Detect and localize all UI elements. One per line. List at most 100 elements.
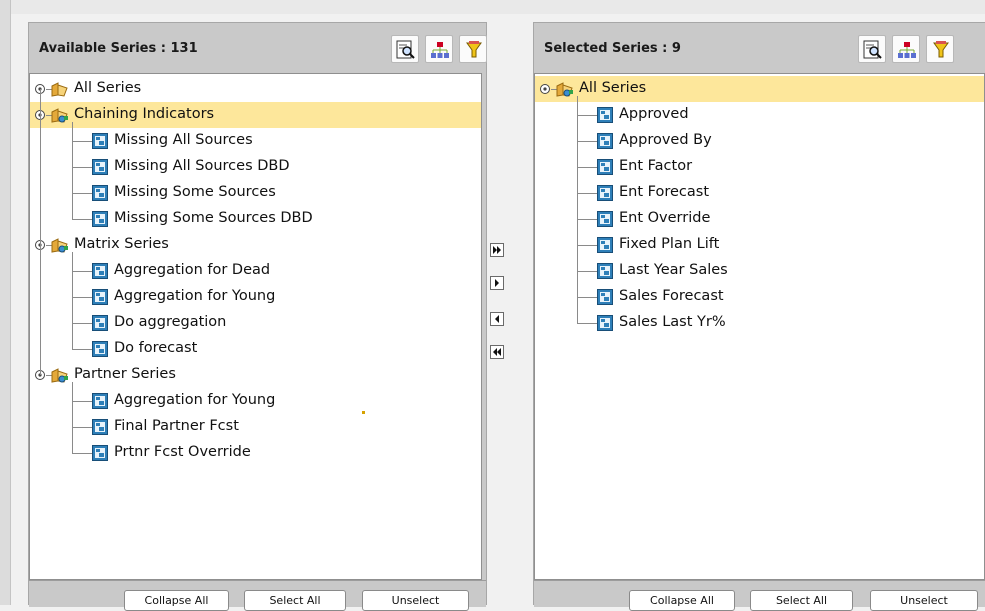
series-icon [597, 315, 613, 331]
tree-item-series[interactable]: Approved [535, 102, 984, 128]
tree-connector-line [40, 89, 41, 375]
tree-item-label: All Series [579, 80, 647, 96]
tree-item-series[interactable]: Ent Forecast [535, 180, 984, 206]
selected-series-panel: Selected Series : 9 All Series Approved … [533, 22, 985, 611]
tree-item-label: Approved [619, 106, 689, 122]
tree-item-series[interactable]: Approved By [535, 128, 984, 154]
tree-connector-line [72, 219, 92, 220]
select-all-button[interactable]: Select All [244, 590, 346, 611]
tree-item-series[interactable]: Ent Override [535, 206, 984, 232]
tree-connector-line [72, 453, 92, 454]
tree-item-series[interactable]: Last Year Sales [535, 258, 984, 284]
move-right-icon [495, 279, 499, 287]
filter-button[interactable] [459, 35, 487, 63]
series-icon [92, 133, 108, 149]
tree-item-label: Missing Some Sources DBD [114, 210, 313, 226]
series-icon [92, 159, 108, 175]
tree-item-folder[interactable]: Chaining Indicators [30, 102, 481, 128]
series-icon [597, 159, 613, 175]
available-series-footer: Collapse All Select All Unselect [29, 580, 486, 611]
tree-item-series[interactable]: Ent Factor [535, 154, 984, 180]
tree-item-series[interactable]: Sales Forecast [535, 284, 984, 310]
tree-connector-line [72, 193, 92, 194]
series-icon [597, 289, 613, 305]
tree-item-series[interactable]: Aggregation for Young [30, 284, 481, 310]
tree-connector-line [72, 252, 73, 349]
tree-item-series[interactable]: Missing Some Sources DBD [30, 206, 481, 232]
tree-item-label: Do forecast [114, 340, 198, 356]
unselect-button[interactable]: Unselect [870, 590, 978, 611]
series-icon [92, 263, 108, 279]
tree-item-folder[interactable]: All Series [535, 76, 984, 102]
move-all-left-icon [493, 348, 501, 356]
tree-item-label: Missing Some Sources [114, 184, 276, 200]
tree-item-label: Sales Forecast [619, 288, 724, 304]
filter-icon [466, 41, 482, 58]
available-series-tree[interactable]: All Series Chaining Indicators Missing All… [29, 73, 482, 580]
tree-item-series[interactable]: Missing All Sources DBD [30, 154, 481, 180]
tree-connector-line [577, 141, 597, 142]
series-icon [597, 107, 613, 123]
tree-item-label: Approved By [619, 132, 712, 148]
move-all-right-button[interactable] [490, 243, 504, 257]
tree-item-label: Last Year Sales [619, 262, 728, 278]
open-folder-icon [51, 238, 68, 253]
search-icon [863, 40, 882, 59]
hierarchy-icon [898, 42, 916, 58]
tree-connector-line [577, 297, 597, 298]
tree-item-folder[interactable]: All Series [30, 76, 481, 102]
tree-item-series[interactable]: Fixed Plan Lift [535, 232, 984, 258]
tree-item-label: Final Partner Fcst [114, 418, 239, 434]
tree-item-label: Aggregation for Young [114, 288, 276, 304]
collapse-all-button[interactable]: Collapse All [124, 590, 229, 611]
tree-item-label: Partner Series [74, 366, 176, 382]
available-series-panel: Available Series : 131 All Series Chaini… [28, 22, 487, 611]
series-icon [597, 185, 613, 201]
tree-item-series[interactable]: Missing All Sources [30, 128, 481, 154]
tree-item-label: Ent Factor [619, 158, 693, 174]
tree-connector-line [577, 167, 597, 168]
move-left-button[interactable] [490, 312, 504, 326]
hierarchy-view-button[interactable] [892, 35, 920, 63]
tree-connector-line [577, 96, 578, 323]
tree-item-series[interactable]: Aggregation for Young [30, 388, 481, 414]
top-strip [0, 0, 985, 14]
tree-connector-line [577, 219, 597, 220]
tree-item-folder[interactable]: Partner Series [30, 362, 481, 388]
tree-item-series[interactable]: Aggregation for Dead [30, 258, 481, 284]
tree-item-label: All Series [74, 80, 142, 96]
series-icon [92, 289, 108, 305]
hierarchy-view-button[interactable] [425, 35, 453, 63]
tree-item-series[interactable]: Do forecast [30, 336, 481, 362]
tree-item-folder[interactable]: Matrix Series [30, 232, 481, 258]
selected-series-tree[interactable]: All Series Approved Approved By Ent Factor E… [534, 73, 985, 580]
series-icon [597, 211, 613, 227]
series-icon [597, 133, 613, 149]
open-folder-icon [556, 82, 573, 97]
tree-item-series[interactable]: Sales Last Yr% [535, 310, 984, 336]
tree-connector-line [72, 349, 92, 350]
find-series-button[interactable] [391, 35, 419, 63]
select-all-button[interactable]: Select All [750, 590, 853, 611]
tree-connector-line [72, 122, 73, 219]
series-icon [92, 341, 108, 357]
tree-item-label: Sales Last Yr% [619, 314, 726, 330]
series-icon [597, 237, 613, 253]
tree-connector-line [72, 427, 92, 428]
tree-item-series[interactable]: Missing Some Sources [30, 180, 481, 206]
tree-item-series[interactable]: Final Partner Fcst [30, 414, 481, 440]
tree-item-series[interactable]: Prtnr Fcst Override [30, 440, 481, 466]
tree-connector-line [72, 141, 92, 142]
tree-connector-line [577, 323, 597, 324]
available-series-header: Available Series : 131 [29, 23, 487, 73]
unselect-button[interactable]: Unselect [362, 590, 469, 611]
move-all-left-button[interactable] [490, 345, 504, 359]
filter-button[interactable] [926, 35, 954, 63]
move-right-button[interactable] [490, 276, 504, 290]
tree-expander-icon[interactable] [539, 83, 551, 95]
tree-item-series[interactable]: Do aggregation [30, 310, 481, 336]
find-series-button[interactable] [858, 35, 886, 63]
hierarchy-icon [431, 42, 449, 58]
move-left-icon [495, 315, 499, 323]
collapse-all-button[interactable]: Collapse All [629, 590, 735, 611]
